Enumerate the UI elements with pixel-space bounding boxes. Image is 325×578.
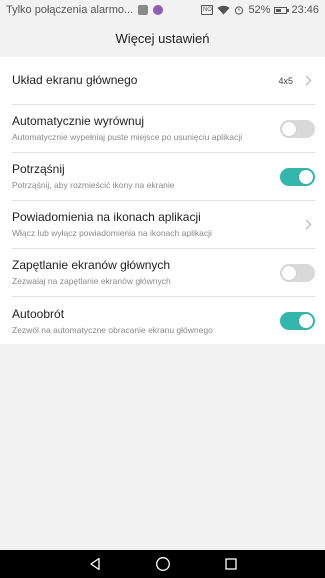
toggle-knob	[299, 169, 313, 184]
back-button[interactable]	[85, 554, 105, 574]
recents-button[interactable]	[221, 554, 241, 574]
battery-icon	[274, 6, 290, 14]
no-sim-icon: NO	[201, 5, 214, 15]
toggle-knob	[299, 314, 313, 328]
status-bar: Tylko połączenia alarmo... NO 52% 23:46	[0, 0, 325, 20]
auto-rotate-toggle[interactable]	[280, 312, 315, 330]
setting-title: Zapętlanie ekranów głównych	[12, 258, 171, 272]
setting-shake: Potrząśnij Potrząśnij, aby rozmieścić ik…	[12, 153, 315, 201]
setting-subtitle: Automatycznie wypełniaj puste miejsce po…	[12, 132, 243, 142]
alarm-icon	[235, 6, 244, 15]
setting-subtitle: Włącz lub wyłącz powiadomienia na ikonac…	[12, 228, 212, 238]
setting-app-icon-badges[interactable]: Powiadomienia na ikonach aplikacji Włącz…	[12, 201, 315, 249]
setting-subtitle: Zezwalaj na zapętlanie ekranów głównych	[12, 276, 171, 286]
home-icon	[155, 557, 170, 571]
battery-percent: 52%	[248, 4, 271, 16]
toggle-knob	[282, 121, 296, 136]
setting-home-screen-layout[interactable]: Układ ekranu głównego 4x5	[12, 57, 315, 105]
auto-align-toggle[interactable]	[280, 119, 315, 138]
navigation-bar	[0, 550, 325, 578]
loop-screens-toggle[interactable]	[280, 263, 315, 282]
toggle-knob	[282, 265, 296, 280]
carrier-status-text: Tylko połączenia alarmo...	[6, 4, 134, 16]
clock: 23:46	[291, 4, 319, 16]
page-title: Więcej ustawień	[115, 30, 210, 46]
setting-auto-rotate: Autoobrót Zezwól na automatyczne obracan…	[12, 297, 315, 345]
setting-title: Potrząśnij	[12, 162, 65, 176]
setting-title: Automatycznie wyrównuj	[12, 114, 145, 128]
gallery-notification-icon	[138, 5, 149, 15]
status-right: NO 52% 23:46	[201, 4, 319, 16]
layout-value: 4x5	[278, 75, 293, 86]
setting-subtitle: Zezwól na automatyczne obracanie ekranu …	[12, 324, 213, 335]
battery-level-fill	[276, 8, 282, 12]
back-icon	[89, 557, 100, 571]
setting-loop-home-screens: Zapętlanie ekranów głównych Zezwalaj na …	[12, 249, 315, 297]
setting-title: Układ ekranu głównego	[12, 73, 138, 87]
setting-subtitle: Potrząśnij, aby rozmieścić ikony na ekra…	[12, 180, 175, 190]
status-left: Tylko połączenia alarmo...	[6, 4, 201, 16]
recents-icon	[224, 558, 237, 570]
chevron-right-icon	[301, 75, 312, 86]
setting-title: Powiadomienia na ikonach aplikacji	[12, 210, 201, 224]
settings-list: Układ ekranu głównego 4x5 Automatycznie …	[0, 57, 325, 344]
wifi-icon	[217, 5, 230, 15]
setting-title: Autoobrót	[12, 306, 65, 321]
shake-toggle[interactable]	[280, 167, 315, 186]
setting-auto-align: Automatycznie wyrównuj Automatycznie wyp…	[12, 105, 315, 153]
chevron-right-icon	[301, 219, 312, 230]
viber-notification-icon	[153, 5, 164, 15]
home-button[interactable]	[153, 554, 173, 574]
